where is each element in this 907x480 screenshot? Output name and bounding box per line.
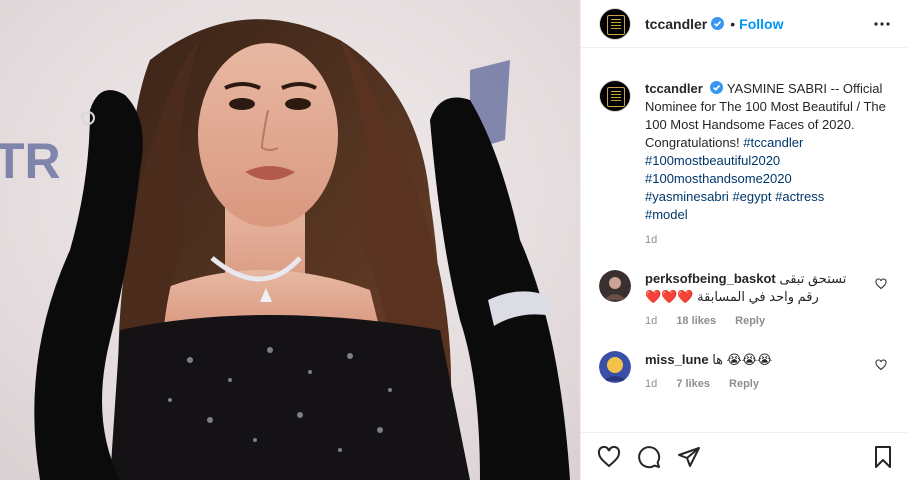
commenter-avatar[interactable] (599, 351, 631, 383)
post-header: tccandler • Follow (581, 0, 907, 48)
hashtag-link[interactable]: #yasminesabri (645, 189, 729, 204)
caption-timestamp[interactable]: 1d (645, 234, 890, 246)
svg-text:TR: TR (0, 133, 61, 189)
caption-text: tccandler YASMINE SABRI -- Official Nomi… (645, 80, 890, 224)
hashtag-link[interactable]: #model (645, 207, 688, 222)
hashtag-link[interactable]: #tccandler (743, 135, 803, 150)
caption-username[interactable]: tccandler (645, 81, 703, 96)
hashtag-link[interactable]: #100mostbeautiful2020 (645, 153, 780, 168)
comment-timestamp[interactable]: 1d (645, 378, 657, 390)
verified-badge-icon (710, 81, 724, 94)
comment-username[interactable]: miss_lune (645, 352, 709, 367)
comment-item: miss_lune ها 😭😭😭 1d 7 likes Reply (599, 351, 891, 390)
bookmark-icon[interactable] (871, 445, 895, 469)
post-actions-bar (581, 432, 907, 480)
more-options-icon[interactable] (873, 15, 891, 33)
hashtag-link[interactable]: #actress (775, 189, 824, 204)
hashtag-link[interactable]: #egypt (732, 189, 771, 204)
comments-section[interactable]: tccandler YASMINE SABRI -- Official Nomi… (581, 58, 907, 432)
comment-meta: 1d 7 likes Reply (645, 378, 865, 390)
caption-author-avatar[interactable] (599, 80, 631, 112)
comment-meta: 1d 18 likes Reply (645, 315, 865, 327)
comment-timestamp[interactable]: 1d (645, 315, 657, 327)
comment-text: ها 😭😭😭 (712, 352, 773, 367)
post-caption: tccandler YASMINE SABRI -- Official Nomi… (599, 80, 891, 246)
reply-button[interactable]: Reply (735, 315, 765, 327)
post-photo[interactable]: TR (0, 0, 580, 480)
heart-icon[interactable] (597, 445, 621, 469)
comment-icon[interactable] (637, 445, 661, 469)
comment-text-continued: رقم واحد في المسابقة ❤️❤️❤️ (645, 289, 819, 304)
comment-text: تستحق تبقى (779, 271, 847, 286)
comment-like-heart-icon[interactable] (875, 278, 887, 290)
comment-like-heart-icon[interactable] (875, 359, 887, 371)
author-avatar[interactable] (599, 7, 631, 40)
header-separator: • (730, 15, 736, 32)
follow-button[interactable]: Follow (739, 16, 783, 32)
comment-username[interactable]: perksofbeing_baskot (645, 271, 776, 286)
comment-item: perksofbeing_baskot تستحق تبقى رقم واحد … (599, 270, 891, 327)
comment-likes[interactable]: 7 likes (676, 378, 710, 390)
hashtag-link[interactable]: #100mosthandsome2020 (645, 171, 792, 186)
paper-plane-icon[interactable] (677, 445, 701, 469)
author-username[interactable]: tccandler (645, 16, 707, 32)
verified-badge-icon (711, 17, 725, 30)
comment-likes[interactable]: 18 likes (676, 315, 716, 327)
commenter-avatar[interactable] (599, 270, 631, 302)
post-side-panel: tccandler • Follow tccandler YASMINE SAB… (580, 0, 907, 480)
reply-button[interactable]: Reply (729, 378, 759, 390)
post-image: TR (0, 0, 580, 480)
